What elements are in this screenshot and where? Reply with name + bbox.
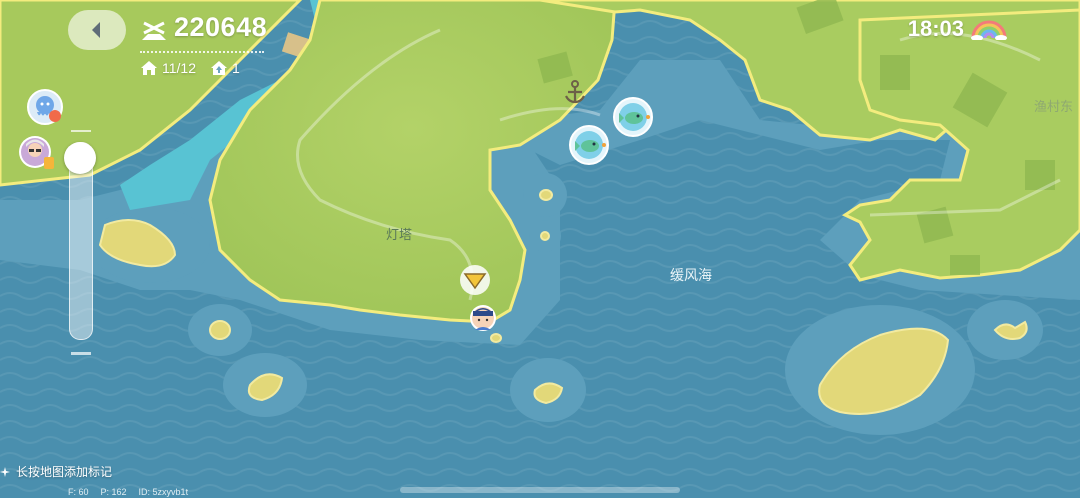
debug-f: F: 60 xyxy=(68,487,89,497)
event-button[interactable] xyxy=(26,88,64,126)
back-button[interactable] xyxy=(68,10,126,50)
map-label-village: 渔村东 xyxy=(1034,99,1074,114)
zoom-slider-thumb[interactable] xyxy=(64,142,96,174)
debug-id: ID: 5zxyvb1t xyxy=(138,487,189,497)
map-label-sea: 缓风海 xyxy=(670,267,712,283)
house-upload-icon xyxy=(211,61,227,75)
anchor-icon[interactable] xyxy=(561,78,589,111)
map-hint: 长按地图添加标记 xyxy=(0,463,112,480)
rainbow-icon xyxy=(971,20,1007,40)
debug-p: P: 162 xyxy=(100,487,127,497)
sparkle-icon xyxy=(0,466,10,477)
house-stats: 11/12 1 xyxy=(140,60,254,76)
chevron-left-icon xyxy=(92,22,100,38)
homes-count: 11/12 xyxy=(162,60,196,76)
profile-button[interactable] xyxy=(18,135,56,173)
rooms-count: 1 xyxy=(232,60,240,76)
map-label-lighthouse: 灯塔 xyxy=(386,227,413,242)
windmill-icon xyxy=(142,21,166,40)
fish-spot-icon[interactable] xyxy=(568,124,610,171)
zoom-in-mark[interactable] xyxy=(71,130,91,132)
zoom-out-mark[interactable] xyxy=(71,352,91,355)
npc-avatar-icon[interactable] xyxy=(469,304,497,337)
clock: 18:03 xyxy=(907,16,964,41)
map-hint-text: 长按地图添加标记 xyxy=(16,465,113,479)
hud-divider xyxy=(140,51,264,53)
house-icon xyxy=(141,61,157,75)
currency-value: 220648 xyxy=(174,12,268,42)
octopus-event-icon xyxy=(27,89,63,125)
fish-spot-icon[interactable] xyxy=(612,96,654,143)
debug-info: F: 60 P: 162 ID: 5zxyvb1t xyxy=(68,487,188,497)
currency-display: 220648 xyxy=(140,12,267,43)
home-indicator[interactable] xyxy=(400,487,680,493)
direction-arrow-icon xyxy=(458,263,492,302)
player-avatar-icon xyxy=(19,136,54,169)
